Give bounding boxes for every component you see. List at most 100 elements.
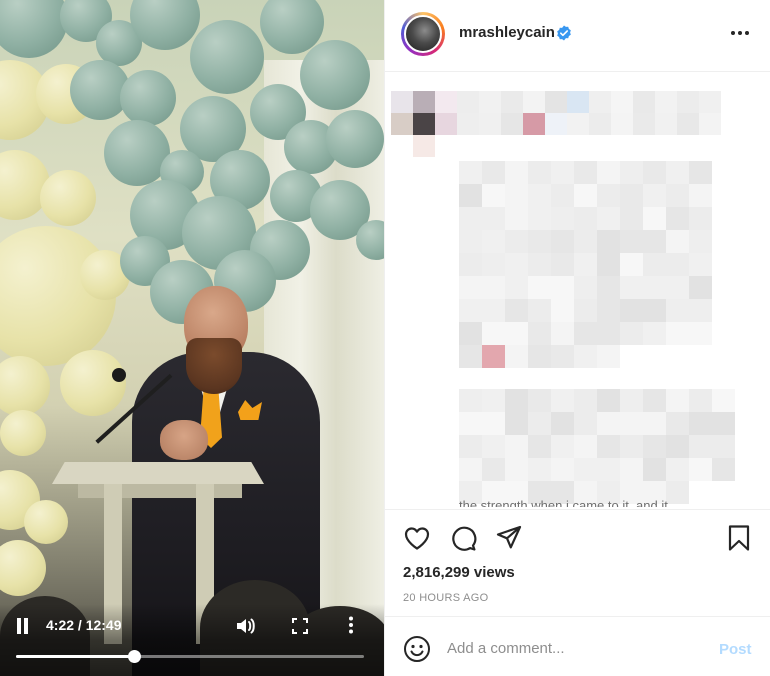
video-player[interactable]: 4:22 / 12:49 [0, 0, 384, 676]
caption-pixel-block [620, 435, 643, 458]
caption-pixel-block [666, 161, 689, 184]
caption-pixel-block [620, 322, 643, 345]
caption-pixel-block [643, 184, 666, 207]
caption-pixel-block [666, 322, 689, 345]
caption-pixel-block [677, 91, 699, 113]
bookmark-icon[interactable] [725, 524, 753, 552]
caption-pixel-block [435, 113, 457, 135]
fullscreen-icon[interactable] [292, 618, 308, 634]
caption-pixel-block [505, 299, 528, 322]
post-timestamp[interactable]: 20 HOURS AGO [403, 592, 489, 604]
caption-pixel-block [666, 435, 689, 458]
caption-pixel-block [482, 322, 505, 345]
balloon [120, 70, 176, 126]
caption-pixel-block [505, 435, 528, 458]
caption-pixel-block [620, 389, 643, 412]
caption-pixel-block [482, 435, 505, 458]
caption-pixel-block [459, 412, 482, 435]
caption-pixel-block [567, 113, 589, 135]
video-progress-track[interactable] [16, 650, 364, 663]
heart-icon[interactable] [403, 524, 431, 552]
caption-pixel-block [482, 389, 505, 412]
caption-pixel-block [689, 389, 712, 412]
caption-pixel-block [459, 230, 482, 253]
caption-pixel-block [505, 253, 528, 276]
caption-pixel-block [505, 389, 528, 412]
caption-pixel-block [655, 91, 677, 113]
caption-pixel-block [643, 230, 666, 253]
speaker-hands [160, 420, 208, 460]
balloon [60, 350, 126, 416]
caption-pixel-block [551, 389, 574, 412]
caption-pixel-block [505, 184, 528, 207]
volume-icon[interactable] [236, 617, 256, 635]
caption-pixel-block [505, 322, 528, 345]
balloon [40, 170, 96, 226]
caption-pixel-block [459, 345, 482, 368]
caption-pixel-block [633, 91, 655, 113]
balloon [190, 20, 264, 94]
caption-pixel-block [505, 458, 528, 481]
caption-pixel-block [528, 299, 551, 322]
caption-pixel-block [712, 435, 735, 458]
caption-pixel-block [643, 161, 666, 184]
caption-pixel-block [620, 276, 643, 299]
caption-pixel-block [459, 389, 482, 412]
more-options-icon[interactable] [729, 26, 751, 40]
emoji-icon[interactable] [403, 635, 431, 663]
caption-pixel-block [528, 322, 551, 345]
caption-pixel-block [643, 322, 666, 345]
caption-pixel-block [413, 113, 435, 135]
avatar[interactable] [404, 15, 442, 53]
caption-pixel-block [666, 184, 689, 207]
caption-pixel-block [528, 276, 551, 299]
caption-pixel-block [528, 253, 551, 276]
caption-pixel-block [479, 91, 501, 113]
post-panel: mrashleycain the strength when i came to… [384, 0, 770, 676]
caption-pixel-block [597, 184, 620, 207]
caption-pixel-block [643, 253, 666, 276]
comment-icon[interactable] [449, 524, 477, 552]
post-header: mrashleycain [385, 0, 770, 72]
caption-pixel-block [459, 253, 482, 276]
caption-pixel-block [482, 184, 505, 207]
caption-pixel-block [699, 91, 721, 113]
caption-pixel-block [482, 412, 505, 435]
caption-pixel-block [545, 91, 567, 113]
caption-pixel-block [551, 435, 574, 458]
comment-input[interactable] [447, 635, 697, 661]
caption-pixel-block [712, 412, 735, 435]
caption-pixel-block [523, 91, 545, 113]
caption-pixel-block [574, 230, 597, 253]
caption-pixel-block [482, 230, 505, 253]
caption-pixel-block [391, 91, 413, 113]
video-time: 4:22 / 12:49 [46, 617, 122, 633]
caption-pixel-block [479, 113, 501, 135]
caption-pixel-block [523, 113, 545, 135]
caption-pixel-block [505, 230, 528, 253]
caption-pixel-block [459, 299, 482, 322]
caption-pixel-block [551, 299, 574, 322]
caption-pixel-block [551, 458, 574, 481]
pause-icon[interactable] [16, 618, 30, 634]
caption-pixel-block [551, 276, 574, 299]
caption-pixel-block [551, 412, 574, 435]
more-vertical-icon[interactable] [348, 616, 354, 634]
caption-pixel-block [528, 207, 551, 230]
caption-pixel-block [597, 458, 620, 481]
caption-pixel-block [459, 184, 482, 207]
caption-pixel-block [666, 389, 689, 412]
caption-pixel-block [505, 161, 528, 184]
caption-pixel-block [643, 276, 666, 299]
balloon [326, 110, 384, 168]
view-count[interactable]: 2,816,299 views [403, 564, 515, 581]
username-link[interactable]: mrashleycain [459, 24, 555, 41]
caption-pixel-block [459, 458, 482, 481]
caption-pixel-block [689, 458, 712, 481]
caption-pixel-block [597, 276, 620, 299]
caption-pixel-block [643, 389, 666, 412]
avatar-story-ring[interactable] [401, 12, 445, 56]
share-icon[interactable] [495, 524, 523, 552]
post-comment-button[interactable]: Post [719, 641, 752, 658]
caption-pixel-block [655, 113, 677, 135]
